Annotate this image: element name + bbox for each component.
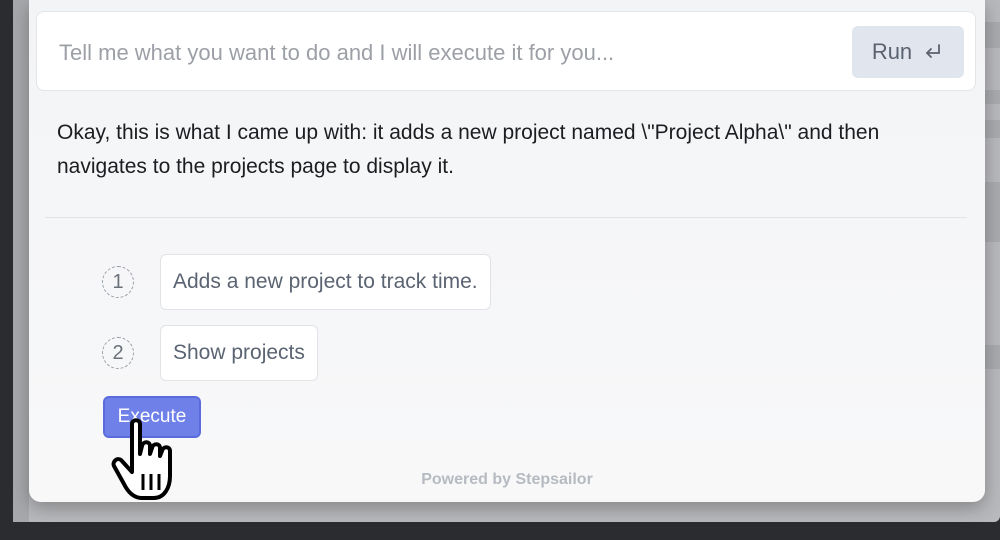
step-number: 1 bbox=[102, 266, 134, 298]
step-number: 2 bbox=[102, 337, 134, 369]
step-item: 1 Adds a new project to track time. bbox=[102, 254, 491, 310]
divider bbox=[45, 217, 967, 218]
assistant-response: Okay, this is what I came up with: it ad… bbox=[57, 121, 880, 178]
step-card[interactable]: Show projects bbox=[160, 325, 318, 381]
hand-pointer-icon bbox=[110, 418, 190, 508]
background-sidebar bbox=[13, 0, 29, 522]
run-button-label: Run bbox=[871, 39, 913, 64]
search-bar: Run bbox=[36, 11, 976, 91]
run-button[interactable]: Run bbox=[852, 26, 964, 78]
enter-return-icon bbox=[922, 41, 944, 63]
step-item: 2 Show projects bbox=[102, 325, 318, 381]
command-input[interactable] bbox=[57, 34, 841, 72]
step-card[interactable]: Adds a new project to track time. bbox=[160, 254, 491, 310]
